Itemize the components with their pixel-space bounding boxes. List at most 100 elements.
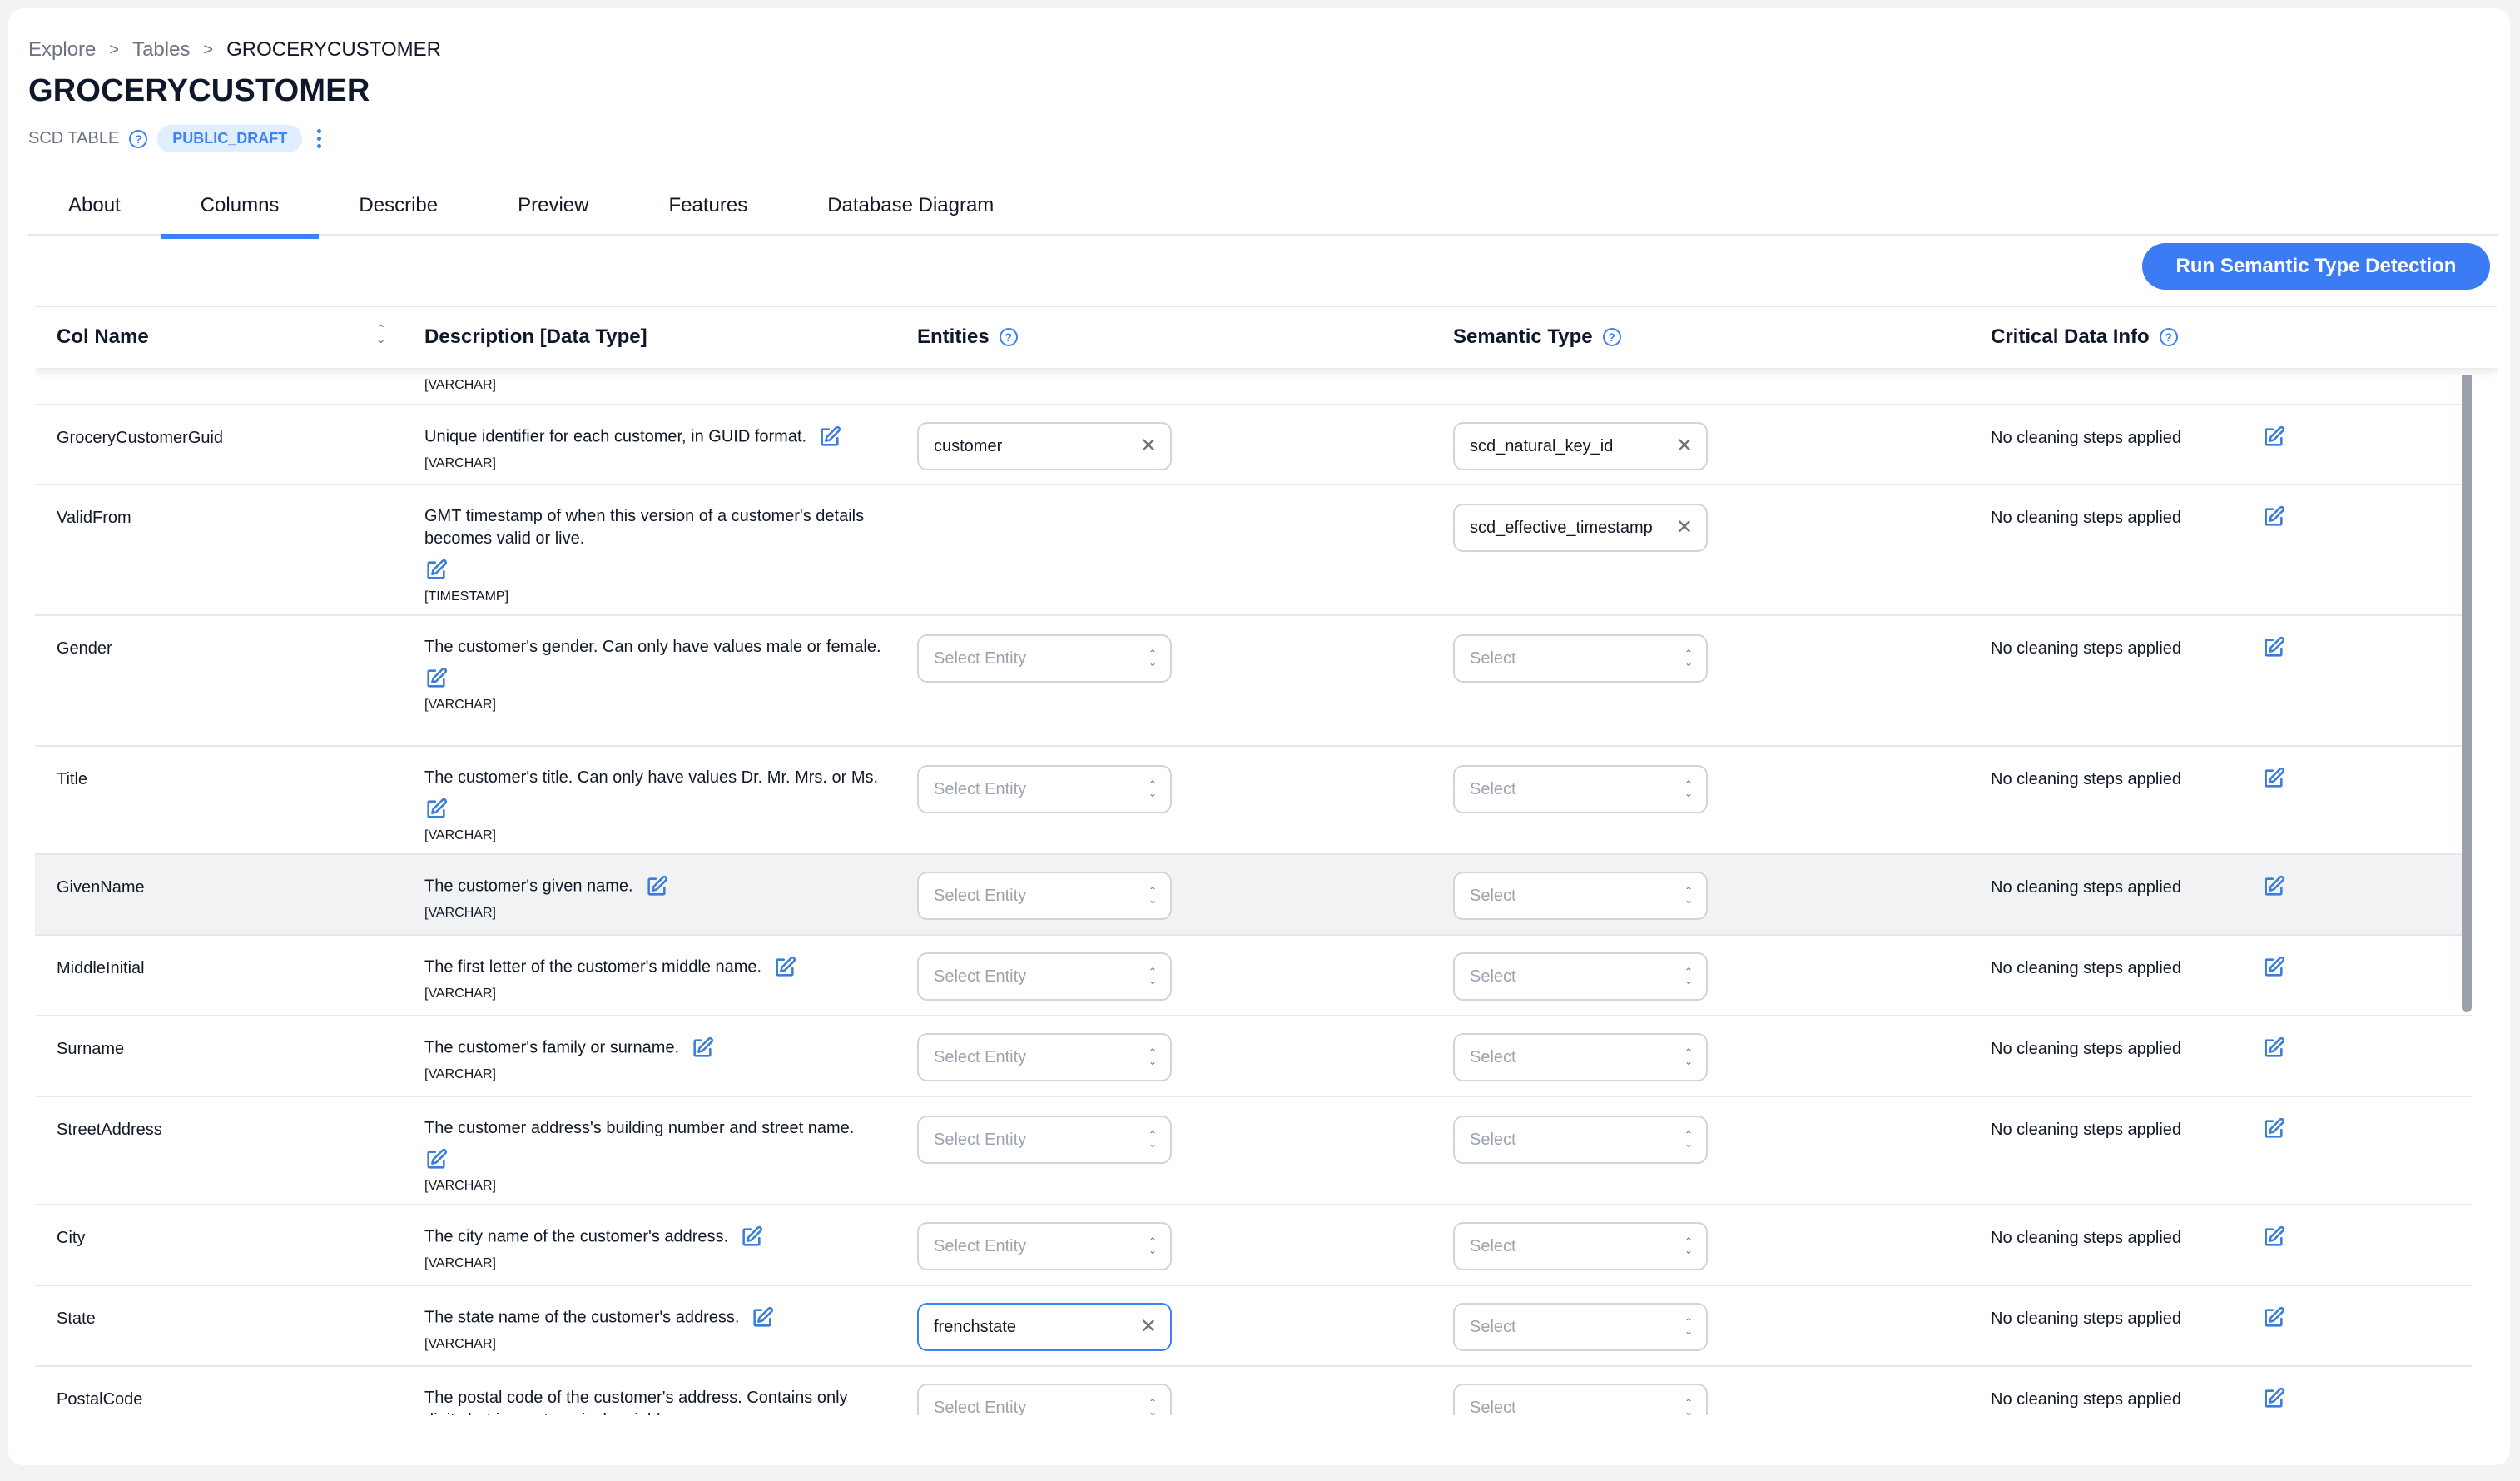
- edit-description-icon[interactable]: [424, 1148, 448, 1171]
- critical-data-info: No cleaning steps applied: [1991, 959, 2182, 977]
- table-row: ValidFrom GMT timestamp of when this vers…: [35, 485, 2472, 616]
- entity-select[interactable]: frenchstate ✕: [917, 1303, 1172, 1351]
- help-icon[interactable]: ?: [129, 129, 148, 148]
- semantic-type-select[interactable]: Select ⌃ ⌄: [1453, 634, 1708, 683]
- more-options-icon[interactable]: [312, 129, 326, 148]
- header-description-label: Description [Data Type]: [424, 326, 647, 348]
- edit-description-icon[interactable]: [424, 667, 448, 690]
- entity-value: frenchstate: [934, 1317, 1016, 1336]
- data-type: [VARCHAR]: [424, 987, 496, 1001]
- data-type: [TIMESTAMP]: [424, 589, 509, 604]
- edit-description-icon[interactable]: [424, 559, 448, 582]
- tab-database-diagram[interactable]: Database Diagram: [787, 175, 1034, 236]
- column-name: Title: [57, 770, 88, 788]
- header-entities: Entities ?: [917, 326, 1018, 349]
- entities-help-icon[interactable]: ?: [999, 328, 1018, 346]
- edit-critical-data-icon[interactable]: [2262, 875, 2285, 898]
- clear-icon[interactable]: ✕: [1676, 436, 1693, 456]
- description-text: The customer's gender. Can only have val…: [424, 638, 881, 656]
- chevron-up-down-icon: ⌃ ⌄: [1684, 778, 1693, 799]
- entity-placeholder: Select Entity: [934, 967, 1027, 986]
- table-row: PostalCode The postal code of the custome…: [35, 1367, 2472, 1421]
- entity-select[interactable]: Select Entity ⌃ ⌄: [917, 1222, 1172, 1270]
- semantic-type-select[interactable]: Select ⌃ ⌄: [1453, 1116, 1708, 1164]
- semantic-type-select[interactable]: Select ⌃ ⌄: [1453, 1222, 1708, 1270]
- entity-select[interactable]: Select Entity ⌃ ⌄: [917, 1116, 1172, 1164]
- chevron-up-down-icon: ⌃ ⌄: [1148, 1129, 1157, 1150]
- breadcrumb-explore[interactable]: Explore: [28, 38, 96, 62]
- tab-features[interactable]: Features: [628, 175, 787, 236]
- edit-critical-data-icon[interactable]: [2262, 425, 2285, 449]
- entity-select[interactable]: Select Entity ⌃ ⌄: [917, 1033, 1172, 1081]
- edit-description-icon[interactable]: [645, 875, 668, 898]
- semantic-type-select[interactable]: Select ⌃ ⌄: [1453, 872, 1708, 920]
- column-name: Gender: [57, 639, 112, 658]
- header-critical-data-info: Critical Data Info ?: [1991, 326, 2178, 349]
- status-badge: PUBLIC_DRAFT: [157, 125, 303, 152]
- semantic-type-placeholder: Select: [1470, 1317, 1516, 1336]
- semantic-type-placeholder: Select: [1470, 886, 1516, 905]
- data-type: [VARCHAR]: [424, 698, 496, 712]
- tab-columns[interactable]: Columns: [160, 175, 320, 239]
- edit-description-icon[interactable]: [424, 798, 448, 821]
- data-type: [VARCHAR]: [424, 906, 496, 920]
- entity-select[interactable]: Select Entity ⌃ ⌄: [917, 634, 1172, 683]
- tab-preview[interactable]: Preview: [478, 175, 628, 236]
- entity-select[interactable]: Select Entity ⌃ ⌄: [917, 872, 1172, 920]
- description-text: The customer's title. Can only have valu…: [424, 768, 879, 787]
- edit-critical-data-icon[interactable]: [2262, 636, 2285, 659]
- scrollbar[interactable]: [2462, 375, 2472, 1012]
- entity-select[interactable]: Select Entity ⌃ ⌄: [917, 765, 1172, 813]
- breadcrumb-tables[interactable]: Tables: [132, 38, 190, 62]
- edit-description-icon[interactable]: [691, 1036, 714, 1060]
- edit-critical-data-icon[interactable]: [2262, 1225, 2285, 1249]
- clear-icon[interactable]: ✕: [1140, 1317, 1157, 1337]
- edit-description-icon[interactable]: [751, 1306, 774, 1329]
- chevron-up-down-icon: ⌃ ⌄: [1148, 648, 1157, 668]
- column-name: City: [57, 1229, 86, 1247]
- edit-description-icon[interactable]: [740, 1225, 763, 1249]
- tab-about[interactable]: About: [28, 175, 161, 236]
- semantic-type-select[interactable]: scd_effective_timestamp ✕: [1453, 504, 1708, 552]
- description-cell: The state name of the customer's address…: [424, 1306, 890, 1355]
- chevron-up-down-icon: ⌃ ⌄: [1684, 1046, 1693, 1067]
- edit-critical-data-icon[interactable]: [2262, 767, 2285, 790]
- chevron-up-down-icon: ⌃ ⌄: [1684, 1129, 1693, 1150]
- description-cell: The city name of the customer's address.…: [424, 1225, 890, 1275]
- semantic-type-placeholder: Select: [1470, 1236, 1516, 1255]
- sort-icon[interactable]: ⌃ ⌄: [376, 323, 386, 345]
- column-name: GivenName: [57, 878, 145, 897]
- clear-icon[interactable]: ✕: [1676, 518, 1693, 538]
- chevron-up-down-icon: ⌃ ⌄: [1148, 966, 1157, 987]
- entity-select[interactable]: customer ✕: [917, 422, 1172, 470]
- run-semantic-type-detection-button[interactable]: Run Semantic Type Detection: [2142, 243, 2490, 290]
- header-semantic-type-label: Semantic Type: [1453, 326, 1593, 348]
- chevron-up-down-icon: ⌃ ⌄: [1684, 1235, 1693, 1256]
- semantic-type-select[interactable]: Select ⌃ ⌄: [1453, 1303, 1708, 1351]
- entity-placeholder: Select Entity: [934, 649, 1027, 668]
- entity-select[interactable]: Select Entity ⌃ ⌄: [917, 952, 1172, 1001]
- edit-critical-data-icon[interactable]: [2262, 1117, 2285, 1141]
- edit-critical-data-icon[interactable]: [2262, 505, 2285, 529]
- column-name: State: [57, 1310, 96, 1328]
- header-col-name-label: Col Name: [57, 326, 149, 348]
- column-name: ValidFrom: [57, 509, 131, 527]
- critical-data-help-icon[interactable]: ?: [2159, 328, 2178, 346]
- data-type: [VARCHAR]: [424, 1337, 496, 1351]
- edit-critical-data-icon[interactable]: [2262, 1306, 2285, 1329]
- semantic-type-select[interactable]: Select ⌃ ⌄: [1453, 1033, 1708, 1081]
- header-col-name[interactable]: Col Name: [57, 326, 149, 349]
- semantic-type-select[interactable]: scd_natural_key_id ✕: [1453, 422, 1708, 470]
- critical-data-info: No cleaning steps applied: [1991, 1390, 2182, 1409]
- semantic-type-value: scd_natural_key_id: [1470, 436, 1614, 455]
- edit-description-icon[interactable]: [773, 956, 796, 979]
- tab-describe[interactable]: Describe: [319, 175, 478, 236]
- edit-critical-data-icon[interactable]: [2262, 1387, 2285, 1410]
- edit-description-icon[interactable]: [818, 425, 841, 449]
- semantic-type-select[interactable]: Select ⌃ ⌄: [1453, 952, 1708, 1001]
- edit-critical-data-icon[interactable]: [2262, 1036, 2285, 1060]
- edit-critical-data-icon[interactable]: [2262, 956, 2285, 979]
- semantic-type-help-icon[interactable]: ?: [1602, 328, 1621, 346]
- semantic-type-select[interactable]: Select ⌃ ⌄: [1453, 765, 1708, 813]
- clear-icon[interactable]: ✕: [1140, 436, 1157, 456]
